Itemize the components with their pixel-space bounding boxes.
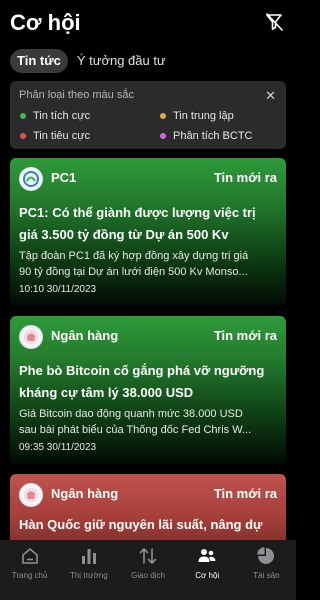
card-title: Phe bò Bitcoin cố gắng phá vỡ ngưỡng khá… <box>19 360 281 404</box>
news-card[interactable]: Ngân hàng Tin mới ra Hàn Quốc giữ nguyên… <box>10 474 286 540</box>
card-title-line: PC1: Có thể giành được lượng việc trị <box>19 205 256 220</box>
close-icon[interactable]: ✕ <box>265 88 276 104</box>
card-title-line: giá 3.500 tỷ đồng từ Dự án 500 Kv <box>19 227 229 242</box>
legend-label: Tin tích cực <box>33 110 91 122</box>
nav-label: Thị trường <box>69 571 108 580</box>
card-summary-line: Giá Bitcoin dao động quanh mức 38.000 US… <box>19 408 243 420</box>
legend-item-financial-analysis: Phân tích BCTC <box>160 130 252 142</box>
source-logo-icon <box>19 325 43 349</box>
card-summary-line: Tập đoàn PC1 đã ký hợp đồng xây dựng trị… <box>19 250 249 262</box>
nav-label: Tài sản <box>253 571 280 580</box>
legend-item-negative: Tin tiêu cực <box>20 130 90 142</box>
legend-title: Phân loại theo màu sắc <box>19 89 134 101</box>
nav-label: Giao dịch <box>131 571 165 580</box>
home-icon <box>21 548 38 564</box>
source-logo-icon <box>19 483 43 507</box>
card-tag: Tin mới ra <box>213 328 277 343</box>
nav-item-opportunities[interactable]: Cơ hội <box>178 540 237 600</box>
card-tag: Tin mới ra <box>213 170 277 185</box>
filter-off-icon <box>266 13 283 31</box>
card-timestamp: 09:35 30/11/2023 <box>19 442 97 453</box>
source-logo-icon <box>19 167 43 191</box>
card-title: PC1: Có thể giành được lượng việc trị gi… <box>19 202 281 246</box>
yellow-dot-icon <box>160 113 166 119</box>
page-title: Cơ hội <box>10 10 81 35</box>
trade-arrows-icon <box>139 548 157 564</box>
news-tabs: Tin tức Ý tưởng đầu tư <box>10 48 173 74</box>
purple-dot-icon <box>160 133 166 139</box>
nav-item-assets[interactable]: Tài sản <box>237 540 296 600</box>
legend-label: Phân tích BCTC <box>173 130 253 142</box>
people-icon <box>198 549 216 562</box>
card-summary: Tập đoàn PC1 đã ký hợp đồng xây dựng trị… <box>19 248 281 280</box>
red-dot-icon <box>20 133 26 139</box>
card-source: PC1 <box>51 170 77 185</box>
card-tag: Tin mới ra <box>213 486 277 501</box>
tab-news[interactable]: Tin tức <box>10 49 68 73</box>
pie-chart-icon <box>257 547 275 564</box>
nav-item-home[interactable]: Trang chủ <box>0 540 59 600</box>
card-title-line: kháng cự tâm lý 38.000 USD <box>19 385 194 400</box>
legend-label: Tin trung lập <box>173 110 234 122</box>
bottom-nav: Trang chủ Thị trường Giao dịch Cơ hội Tà… <box>0 540 296 600</box>
bar-chart-icon <box>81 549 96 564</box>
filter-off-button[interactable] <box>262 10 286 34</box>
card-source: Ngân hàng <box>51 486 119 501</box>
card-timestamp: 10:10 30/11/2023 <box>19 284 97 295</box>
tab-investment-ideas[interactable]: Ý tưởng đầu tư <box>70 49 173 73</box>
card-title: Hàn Quốc giữ nguyên lãi suất, nâng dự <box>19 517 263 532</box>
news-card[interactable]: Ngân hàng Tin mới ra Phe bò Bitcoin cố g… <box>10 316 286 464</box>
nav-label: Trang chủ <box>11 571 48 580</box>
green-dot-icon <box>20 113 26 119</box>
card-summary-line: 90 tỷ đồng tại Dự án lưới điện 500 Kv Mo… <box>19 266 248 278</box>
news-feed[interactable]: PC1 Tin mới ra PC1: Có thể giành được lư… <box>0 158 296 540</box>
card-source: Ngân hàng <box>51 328 119 343</box>
legend-item-positive: Tin tích cực <box>20 110 90 122</box>
color-legend-panel: Phân loại theo màu sắc ✕ Tin tích cực Ti… <box>10 81 286 149</box>
nav-item-market[interactable]: Thị trường <box>59 540 118 600</box>
nav-label: Cơ hội <box>195 571 220 580</box>
card-summary-line: sau bài phát biểu của Thống đốc Fed Chri… <box>19 424 252 436</box>
card-summary: Giá Bitcoin dao động quanh mức 38.000 US… <box>19 406 281 438</box>
card-title-line: Phe bò Bitcoin cố gắng phá vỡ ngưỡng <box>19 363 265 378</box>
legend-item-neutral: Tin trung lập <box>160 110 234 122</box>
news-card[interactable]: PC1 Tin mới ra PC1: Có thể giành được lư… <box>10 158 286 306</box>
nav-item-trade[interactable]: Giao dịch <box>118 540 177 600</box>
legend-label: Tin tiêu cực <box>33 130 91 142</box>
header: Cơ hội <box>0 0 296 44</box>
